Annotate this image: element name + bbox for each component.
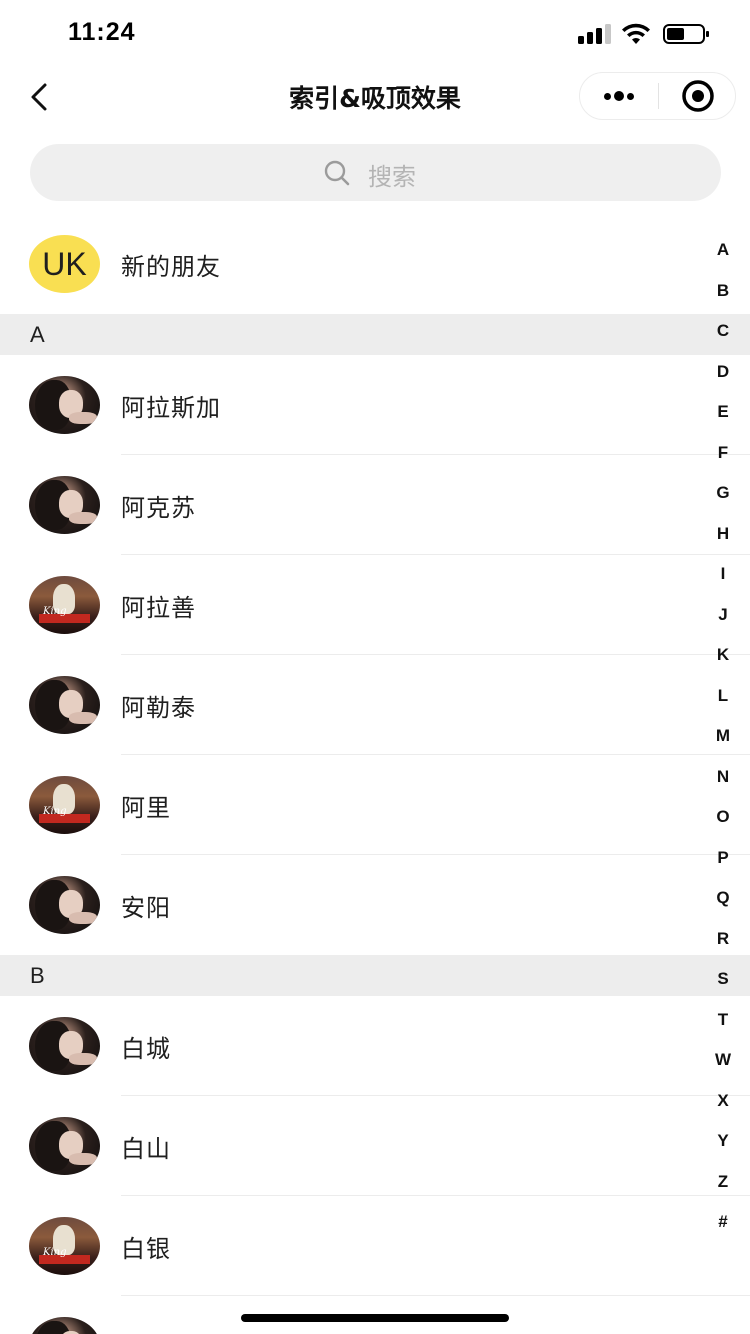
contact-name: 阿克苏 xyxy=(121,494,196,522)
index-letter[interactable]: G xyxy=(704,473,742,514)
index-letter[interactable]: Y xyxy=(704,1121,742,1162)
index-letter[interactable]: K xyxy=(704,635,742,676)
index-letter[interactable]: Q xyxy=(704,878,742,919)
avatar xyxy=(29,1317,100,1334)
contact-name: 阿勒泰 xyxy=(121,694,196,722)
index-letter[interactable]: Z xyxy=(704,1162,742,1203)
index-letter[interactable]: O xyxy=(704,797,742,838)
contact-name: 阿拉善 xyxy=(121,594,196,622)
index-letter[interactable]: N xyxy=(704,757,742,798)
contact-name: 阿拉斯加 xyxy=(121,394,221,422)
battery-icon xyxy=(663,24,709,44)
section-header: A xyxy=(0,314,750,355)
index-letter[interactable]: M xyxy=(704,716,742,757)
status-bar: 11:24 xyxy=(0,0,750,66)
back-icon[interactable] xyxy=(22,79,58,115)
new-friends-label: 新的朋友 xyxy=(121,253,221,281)
avatar xyxy=(29,876,100,934)
contact-item[interactable]: King 白银 xyxy=(0,1196,750,1296)
avatar xyxy=(29,376,100,434)
index-letter[interactable]: H xyxy=(704,514,742,555)
more-icon[interactable] xyxy=(580,73,658,119)
nav-bar: 索引&吸顶效果 xyxy=(0,66,750,128)
contact-item[interactable]: 白山 xyxy=(0,1096,750,1196)
contact-name: 白山 xyxy=(121,1135,171,1163)
index-letter[interactable]: W xyxy=(704,1040,742,1081)
search-icon xyxy=(324,160,350,186)
contact-item[interactable]: King 阿里 xyxy=(0,755,750,855)
index-letter[interactable]: T xyxy=(704,1000,742,1041)
contact-list: UK 新的朋友 A 阿拉斯加阿克苏 King 阿拉善阿勒泰 King 阿里安阳 B 白城白山 K… xyxy=(0,214,750,1334)
contact-item[interactable]: 阿拉斯加 xyxy=(0,355,750,455)
index-letter[interactable]: X xyxy=(704,1081,742,1122)
index-letter[interactable]: B xyxy=(704,271,742,312)
status-time: 11:24 xyxy=(68,18,136,46)
section-letter: B xyxy=(30,963,45,988)
contact-item[interactable]: 安阳 xyxy=(0,855,750,955)
alphabet-index: A B C D E F G H I J K L M N O P Q R S T W X Y Z # xyxy=(704,230,742,1243)
avatar xyxy=(29,1017,100,1075)
signal-icon xyxy=(578,24,612,44)
contact-item[interactable]: 白城 xyxy=(0,996,750,1096)
avatar xyxy=(29,476,100,534)
page-title: 索引&吸顶效果 xyxy=(289,84,461,113)
section-letter: A xyxy=(30,322,45,347)
new-friends-item[interactable]: UK 新的朋友 xyxy=(0,214,750,314)
avatar xyxy=(29,1117,100,1175)
index-letter[interactable]: R xyxy=(704,919,742,960)
index-letter[interactable]: A xyxy=(704,230,742,271)
index-letter[interactable]: L xyxy=(704,676,742,717)
contact-item[interactable]: King 阿拉善 xyxy=(0,555,750,655)
search-input[interactable]: 搜索 xyxy=(30,144,721,201)
index-letter[interactable]: E xyxy=(704,392,742,433)
contact-item[interactable]: 阿勒泰 xyxy=(0,655,750,755)
contact-name: 白城 xyxy=(121,1035,171,1063)
wifi-icon xyxy=(622,23,650,44)
home-indicator xyxy=(241,1314,509,1322)
index-letter[interactable]: # xyxy=(704,1202,742,1243)
avatar xyxy=(29,676,100,734)
mini-program-capsule xyxy=(579,72,736,120)
index-letter[interactable]: I xyxy=(704,554,742,595)
avatar-text: UK xyxy=(42,246,87,282)
section-header: B xyxy=(0,955,750,996)
avatar: King xyxy=(29,576,100,634)
index-letter[interactable]: J xyxy=(704,595,742,636)
contact-item[interactable]: 阿克苏 xyxy=(0,455,750,555)
index-letter[interactable]: D xyxy=(704,352,742,393)
avatar: King xyxy=(29,776,100,834)
contact-name: 阿里 xyxy=(121,794,171,822)
search-placeholder: 搜索 xyxy=(368,163,416,191)
record-icon[interactable] xyxy=(659,73,736,119)
index-letter[interactable]: F xyxy=(704,433,742,474)
contact-name: 安阳 xyxy=(121,894,171,922)
avatar: UK xyxy=(29,235,100,293)
index-letter[interactable]: C xyxy=(704,311,742,352)
index-letter[interactable]: P xyxy=(704,838,742,879)
contact-name: 白银 xyxy=(121,1235,171,1263)
index-letter[interactable]: S xyxy=(704,959,742,1000)
avatar: King xyxy=(29,1217,100,1275)
